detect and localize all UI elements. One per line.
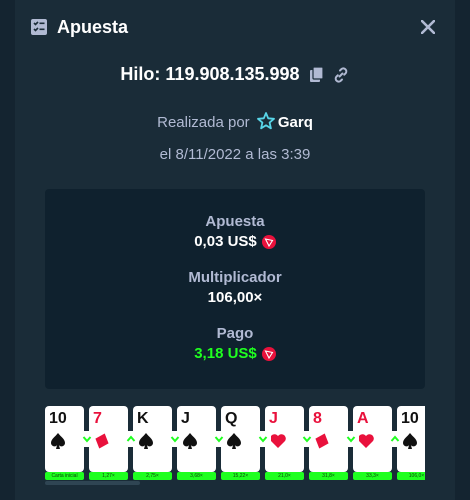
chevron-down-icon [343,431,359,447]
bet-slip-icon [30,18,48,36]
card-rank: J [181,410,190,427]
card-multiplier: 21,0× [265,472,304,480]
bet-label: Apuesta [205,213,265,230]
modal-header: Apuesta [30,15,128,39]
card-rank: A [357,410,369,427]
card-multiplier: 15,22× [221,472,260,480]
placed-by-prefix: Realizada por [157,114,250,131]
link-icon[interactable] [332,66,350,84]
bet-amount-stat: Apuesta 0,03 US$ [45,213,425,250]
chevron-down-icon [255,431,271,447]
placed-by: Realizada por Garq [0,112,470,131]
payout-stat: Pago 3,18 US$ [45,325,425,362]
card-multiplier: 33,3× [353,472,392,480]
chevron-down-icon [299,431,315,447]
spade-icon [181,432,199,450]
multiplier-label: Multiplicador [188,269,282,286]
card-rank: Q [225,410,238,427]
game-id-row: Hilo: 119.908.135.998 [0,64,470,85]
spade-icon [49,432,67,450]
card-multiplier: 31,8× [309,472,348,480]
multiplier-stat: Multiplicador 106,00× [45,269,425,306]
diamond-icon [93,432,111,450]
card-rank: 8 [313,410,322,427]
card-rank: 10 [49,410,67,427]
payout-value: 3,18 US$ [194,345,257,362]
diamond-icon [313,432,331,450]
card-multiplier: 3,68× [177,472,216,480]
payout-label: Pago [216,325,254,342]
close-button[interactable] [416,15,440,39]
game-id: Hilo: 119.908.135.998 [120,64,300,84]
close-icon[interactable] [421,20,435,34]
multiplier-value: 106,00× [207,289,263,306]
chevron-up-icon [123,431,139,447]
card-rank: J [269,410,278,427]
card-multiplier: 106,0× [397,472,425,480]
card-history[interactable]: 10 Carta inicial 7 1,27× K 2,75× J 3,68× Q 15,22×… [45,406,425,486]
trx-coin-icon [261,346,276,361]
chevron-down-icon [167,431,183,447]
chevron-up-icon [387,431,403,447]
card-multiplier: 2,75× [133,472,172,480]
bet-date: el 8/11/2022 a las 3:39 [159,146,311,163]
card-rank: 10 [401,410,419,427]
heart-icon [269,432,287,450]
vip-star-icon [256,112,275,130]
spade-icon [137,432,155,450]
card-rank: K [137,410,149,427]
card-multiplier: Carta inicial [45,472,84,480]
bet-stats-panel: Apuesta 0,03 US$ Multiplicador 106,00× P… [45,189,425,389]
username-link[interactable]: Garq [278,114,313,131]
chevron-down-icon [211,431,227,447]
trx-coin-icon [261,234,276,249]
heart-icon [357,432,375,450]
modal-title: Apuesta [57,16,129,37]
spade-icon [401,432,419,450]
copy-icon[interactable] [308,65,326,84]
card-history-scrollbar[interactable] [45,481,140,485]
spade-icon [225,432,243,450]
chevron-down-icon [79,431,95,447]
card-rank: 7 [93,410,102,427]
card-multiplier: 1,27× [89,472,128,480]
bet-value: 0,03 US$ [194,233,257,250]
